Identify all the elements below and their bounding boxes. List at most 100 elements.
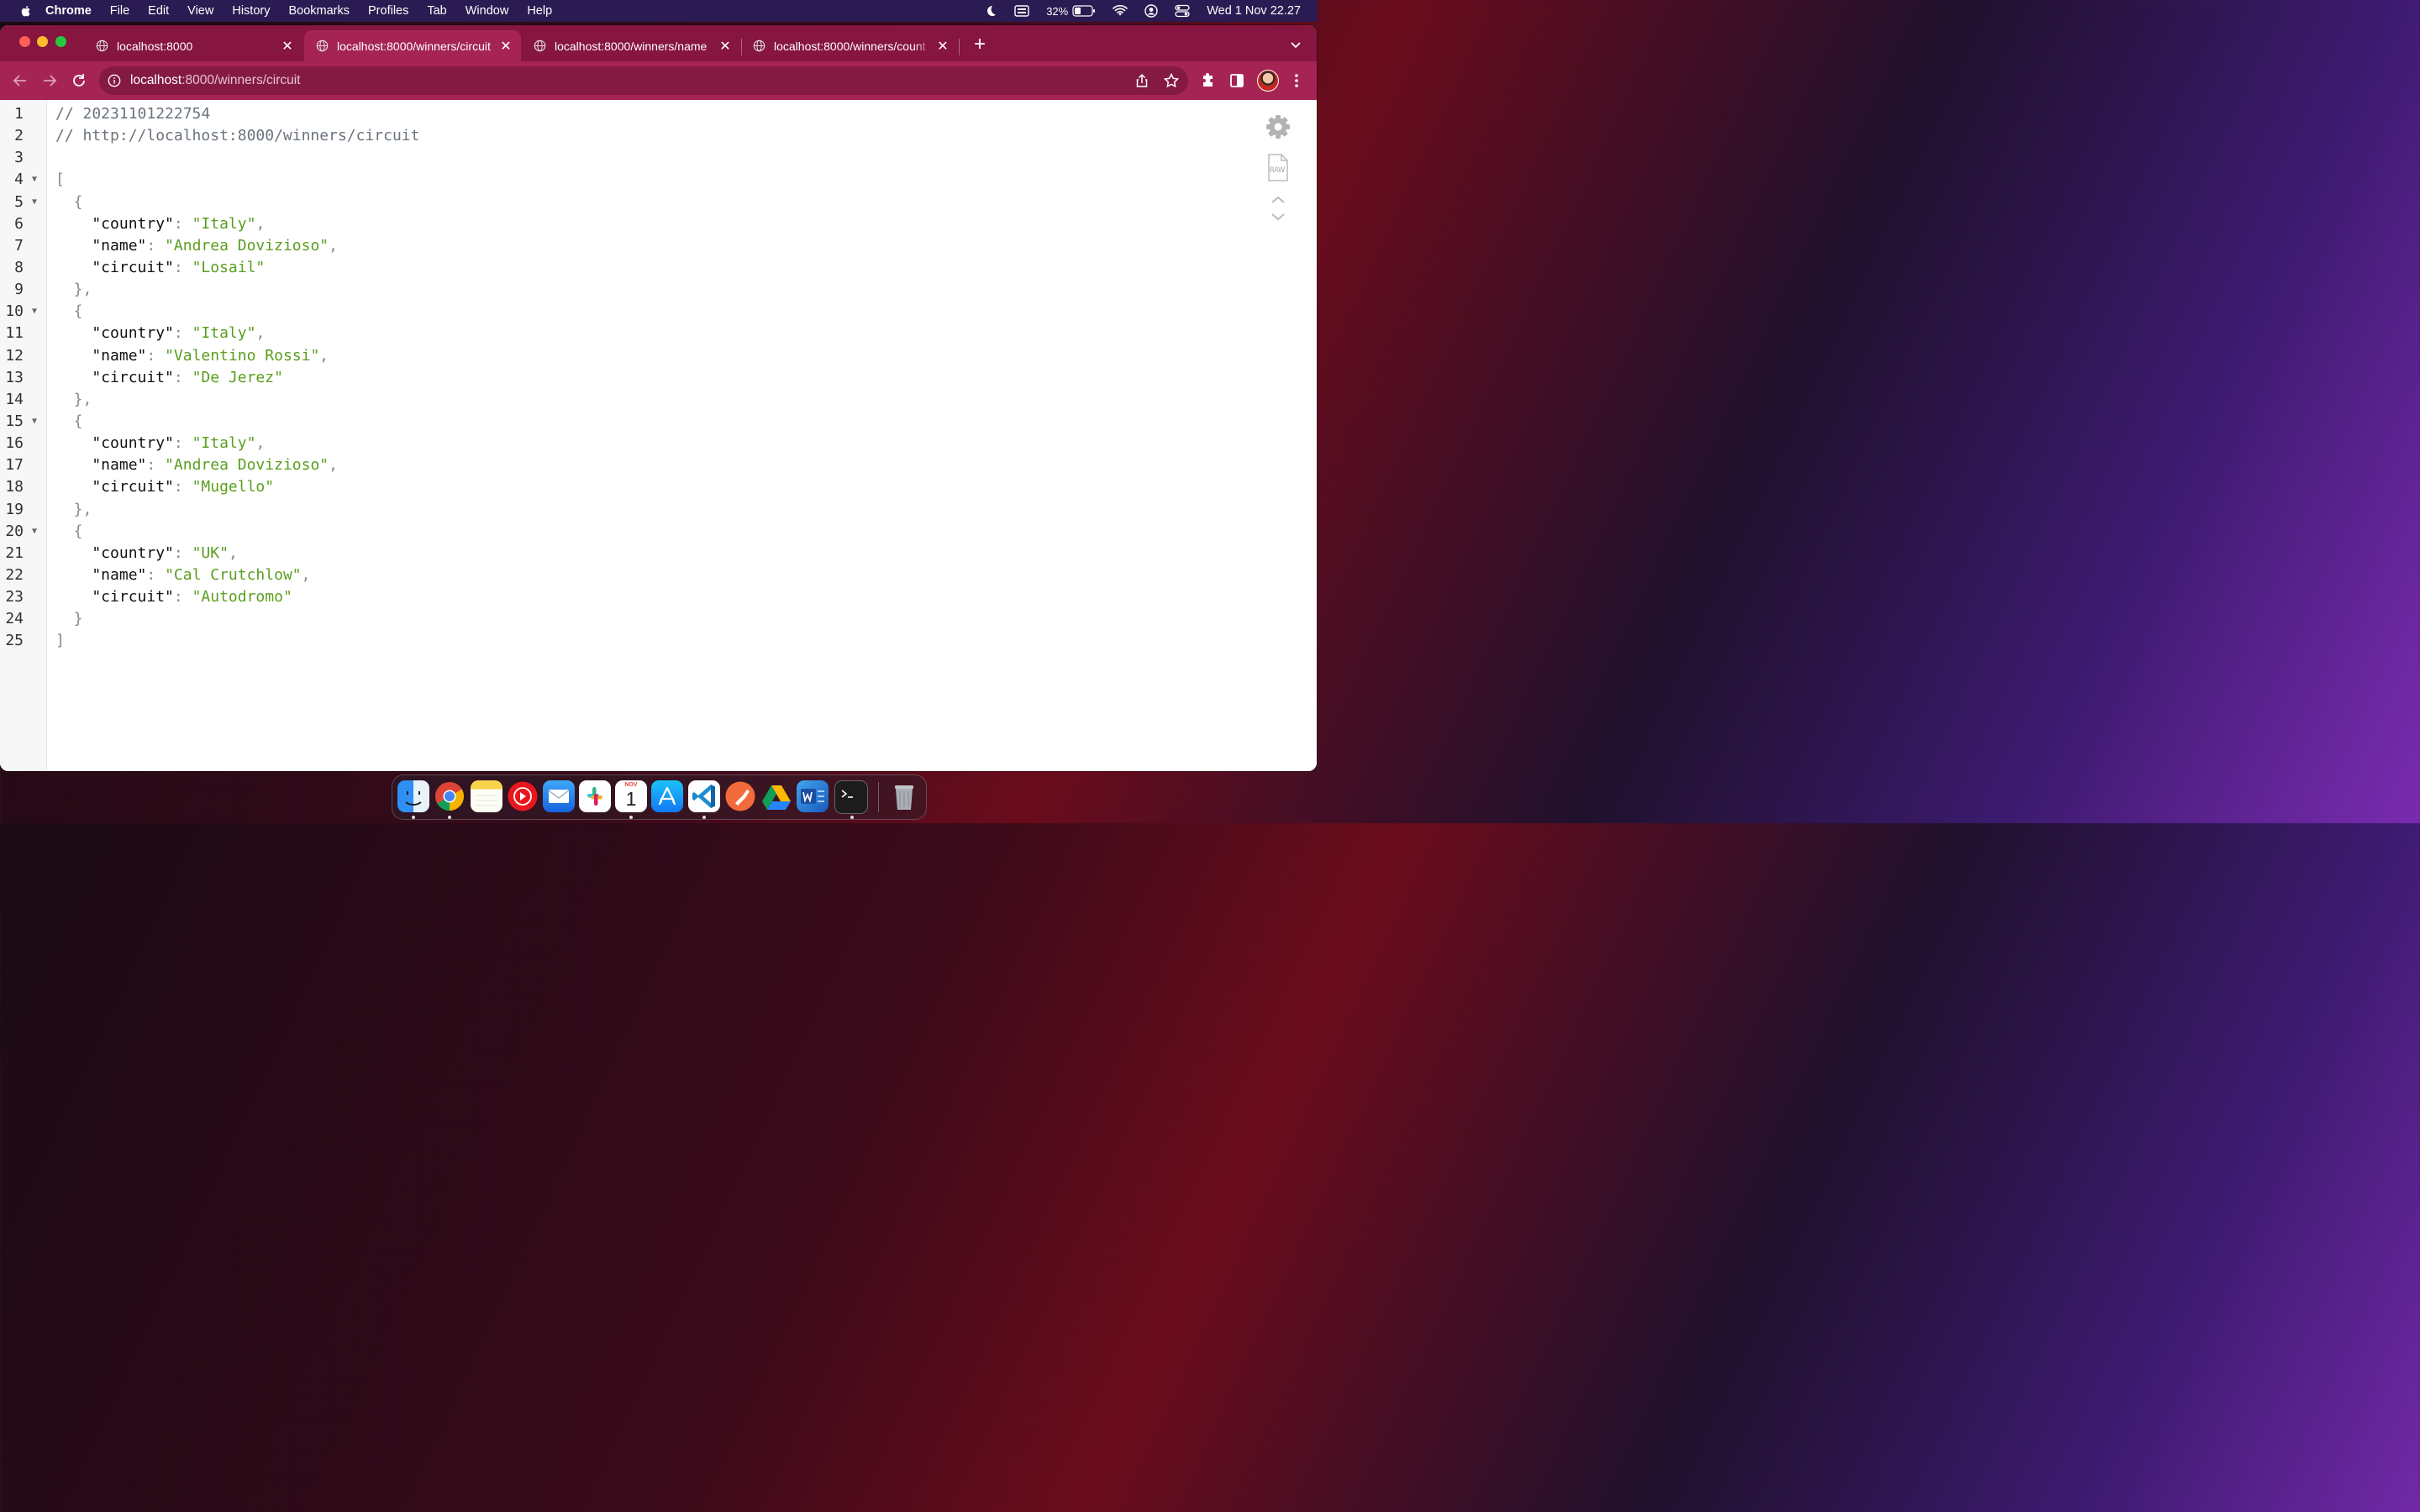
line-number: 14 [5,390,24,408]
vscode-icon[interactable] [688,780,720,812]
code-text: "name": "Andrea Dovizioso", [55,235,338,257]
menubar-clock[interactable]: Wed 1 Nov 22.27 [1207,4,1301,18]
tab-winners-name[interactable]: localhost:8000/winners/name ✕ [522,30,740,61]
menu-bookmarks[interactable]: Bookmarks [288,4,350,18]
menu-tab[interactable]: Tab [427,4,446,18]
menu-window[interactable]: Window [466,4,509,18]
line-number: 10 [5,302,24,321]
code-line: 20 ▼ { [0,521,1218,543]
code-line: 23 "circuit": "Autodromo" [0,586,1218,608]
forward-icon[interactable] [40,71,59,90]
globe-icon [96,39,108,52]
share-icon[interactable] [1134,73,1150,88]
reload-icon[interactable] [70,71,88,90]
json-string-value: "UK" [192,543,229,562]
code-line: 12 "name": "Valentino Rossi", [0,345,1218,367]
calendar-month: NOV [624,782,638,788]
json-punctuation: : [173,368,192,386]
chrome-icon[interactable] [434,780,466,812]
google-drive-icon[interactable] [760,780,792,812]
expand-down-icon[interactable] [1270,211,1286,223]
code-line: 1 // 20231101222754 [0,103,1218,125]
profile-avatar[interactable] [1257,70,1279,92]
json-key: "circuit" [55,258,174,276]
side-panel-icon[interactable] [1228,71,1246,90]
more-menu-icon[interactable] [1287,71,1306,90]
slack-icon[interactable] [579,780,611,812]
mail-icon[interactable] [543,780,575,812]
raw-view-button[interactable]: RAW [1267,154,1289,182]
json-punctuation: , [255,434,266,453]
back-icon[interactable] [11,71,29,90]
json-key: "country" [55,543,174,562]
tab-close-icon[interactable]: ✕ [496,38,516,55]
json-punctuation: : [173,434,192,453]
url-path: :8000/winners/circuit [182,73,301,87]
json-punctuation: { [55,302,83,321]
app-store-icon[interactable] [651,780,683,812]
json-key: "country" [55,214,174,233]
json-key: "name" [55,565,147,584]
tab-close-icon[interactable]: ✕ [277,38,297,55]
tab-close-icon[interactable]: ✕ [933,38,953,55]
json-key: "country" [55,324,174,343]
fold-toggle-icon[interactable]: ▼ [32,301,37,323]
line-number: 16 [5,434,24,453]
close-window-button[interactable] [19,36,30,47]
fold-toggle-icon[interactable]: ▼ [32,169,37,191]
tab-winners-country[interactable]: localhost:8000/winners/count ✕ [741,30,958,61]
menu-view[interactable]: View [187,4,213,18]
user-account-icon[interactable] [1144,4,1158,18]
minimize-window-button[interactable] [37,36,48,47]
focus-moon-icon[interactable] [984,4,997,18]
json-punctuation: , [329,236,338,255]
battery-status[interactable]: 32% [1046,5,1096,18]
line-number: 12 [5,346,24,365]
control-center-icon[interactable] [1175,4,1190,18]
word-icon[interactable] [797,780,829,812]
calendar-icon[interactable]: NOV 1 [615,780,647,812]
menu-chrome[interactable]: Chrome [45,4,92,18]
youtube-music-icon[interactable] [507,780,539,812]
json-punctuation: [ [55,171,65,189]
trash-icon[interactable] [888,780,920,812]
json-key: "circuit" [55,478,174,496]
tab-close-icon[interactable]: ✕ [715,38,735,55]
json-key: "name" [55,236,147,255]
menu-history[interactable]: History [232,4,270,18]
new-tab-button[interactable]: + [970,34,990,55]
json-punctuation: , [301,565,311,584]
settings-gear-icon[interactable] [1265,113,1292,140]
json-punctuation: : [146,565,166,584]
apple-icon[interactable] [18,3,34,18]
code-text: { [55,192,83,213]
input-source-icon[interactable] [1014,5,1029,17]
menu-edit[interactable]: Edit [148,4,169,18]
fold-toggle-icon[interactable]: ▼ [32,521,37,543]
browser-window: localhost:8000 ✕ localhost:8000/winners/… [0,25,1317,771]
bookmark-star-icon[interactable] [1163,72,1180,89]
menu-file[interactable]: File [110,4,129,18]
fold-toggle-icon[interactable]: ▼ [32,192,37,213]
zoom-window-button[interactable] [55,36,66,47]
code-text: "country": "Italy", [55,323,265,344]
terminal-icon[interactable] [834,780,868,814]
tab-separator [959,39,960,55]
json-punctuation: : [173,543,192,562]
notes-icon[interactable] [471,780,502,812]
extensions-puzzle-icon[interactable] [1199,71,1218,90]
postman-icon[interactable] [724,780,756,812]
menu-help[interactable]: Help [527,4,552,18]
tab-search-chevron-icon[interactable] [1287,36,1304,53]
address-bar[interactable]: localhost:8000/winners/circuit [99,66,1188,95]
menu-profiles[interactable]: Profiles [368,4,408,18]
wifi-icon[interactable] [1113,5,1128,17]
raw-label: RAW [1270,166,1285,175]
globe-icon [753,39,765,52]
site-info-icon[interactable] [108,74,121,87]
tab-localhost[interactable]: localhost:8000 ✕ [84,30,302,61]
fold-toggle-icon[interactable]: ▼ [32,411,37,433]
finder-icon[interactable] [397,780,429,812]
collapse-up-icon[interactable] [1270,194,1286,206]
tab-winners-circuit[interactable]: localhost:8000/winners/circuit ✕ [304,30,521,61]
